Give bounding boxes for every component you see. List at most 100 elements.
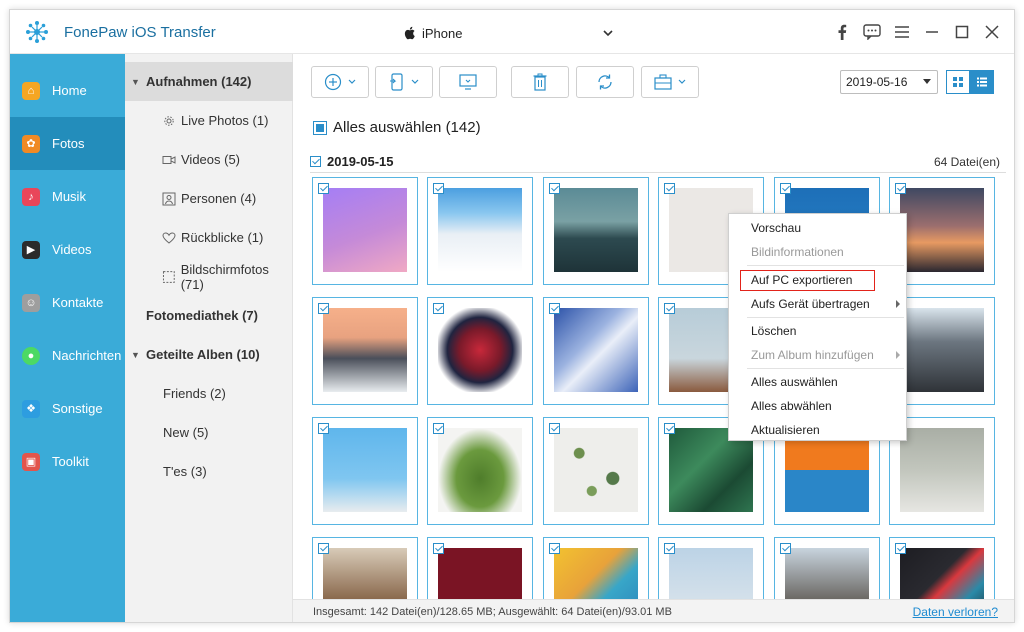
list-view-button[interactable] [970,70,994,94]
album-tes[interactable]: T'es (3) [125,452,293,491]
menu-item-alles-auswaehlen[interactable]: Alles auswählen [729,370,906,394]
album-fotomediathek[interactable]: Fotomediathek (7) [125,296,293,335]
album-label: Videos (5) [181,152,241,167]
photo-checkbox[interactable] [664,303,675,314]
photo-thumbnail[interactable] [427,177,533,285]
chevron-down-icon [678,79,686,84]
menu-item-label: Aktualisieren [751,423,820,437]
messages-icon: ● [22,346,40,365]
photo-image [554,188,638,272]
photo-checkbox[interactable] [664,183,675,194]
photo-checkbox[interactable] [664,543,675,554]
toolbox-button[interactable] [641,66,699,98]
photo-thumbnail[interactable] [543,177,649,285]
data-lost-link[interactable]: Daten verloren? [913,605,998,619]
date-filter-select[interactable]: 2019-05-16 [840,70,938,94]
album-geteilte-alben[interactable]: ▼ Geteilte Alben (10) [125,335,293,374]
nav-item-home[interactable]: ⌂ Home [10,64,125,117]
maximize-icon[interactable] [950,20,974,44]
expand-triangle-icon[interactable]: ▼ [131,350,141,360]
nav-item-videos[interactable]: ▶ Videos [10,223,125,276]
photo-thumbnail[interactable] [543,537,649,599]
photo-checkbox[interactable] [318,303,329,314]
photo-thumbnail[interactable] [427,537,533,599]
date-group-checkbox[interactable] [310,156,321,167]
photo-thumbnail[interactable] [543,297,649,405]
photo-checkbox[interactable] [549,543,560,554]
grid-view-button[interactable] [946,70,970,94]
nav-label: Fotos [52,136,85,151]
status-bar: Insgesamt: 142 Datei(en)/128.65 MB; Ausg… [293,599,1014,622]
nav-label: Toolkit [52,454,89,469]
photo-checkbox[interactable] [895,183,906,194]
album-live-photos[interactable]: Live Photos (1) [125,101,293,140]
photo-thumbnail[interactable] [774,537,880,599]
menu-item-loeschen[interactable]: Löschen [729,319,906,343]
photo-thumbnail[interactable] [889,537,995,599]
menu-item-aktualisieren[interactable]: Aktualisieren [729,418,906,442]
add-button[interactable] [311,66,369,98]
refresh-button[interactable] [576,66,634,98]
photo-checkbox[interactable] [549,183,560,194]
device-selector[interactable]: iPhone [402,22,614,44]
album-rueckblicke[interactable]: Rückblicke (1) [125,218,293,257]
photo-checkbox[interactable] [895,543,906,554]
minimize-icon[interactable] [920,20,944,44]
export-to-pc-button[interactable] [439,66,497,98]
photo-thumbnail[interactable] [543,417,649,525]
submenu-arrow-icon [896,351,900,359]
photo-checkbox[interactable] [318,543,329,554]
photo-checkbox[interactable] [549,423,560,434]
photo-checkbox[interactable] [780,183,791,194]
menu-item-vorschau[interactable]: Vorschau [729,216,906,240]
expand-triangle-icon[interactable]: ▼ [131,77,141,87]
nav-label: Sonstige [52,401,103,416]
select-all-checkbox[interactable]: Alles auswählen (142) [313,119,481,136]
album-aufnahmen[interactable]: ▼ Aufnahmen (142) [125,62,293,101]
photo-thumbnail[interactable] [312,297,418,405]
album-bildschirmfotos[interactable]: Bildschirmfotos (71) [125,257,293,296]
device-name: iPhone [422,25,463,41]
nav-item-sonstige[interactable]: ❖ Sonstige [10,382,125,435]
nav-item-musik[interactable]: ♪ Musik [10,170,125,223]
menu-item-alles-abwaehlen[interactable]: Alles abwählen [729,394,906,418]
screenshot-icon [162,270,175,283]
nav-item-kontakte[interactable]: ☺ Kontakte [10,276,125,329]
photo-checkbox[interactable] [780,543,791,554]
photo-checkbox[interactable] [433,543,444,554]
facebook-icon[interactable] [830,20,854,44]
photo-checkbox[interactable] [433,303,444,314]
photo-checkbox[interactable] [318,183,329,194]
feedback-icon[interactable] [860,20,884,44]
photo-thumbnail[interactable] [427,417,533,525]
photo-image [438,308,522,392]
nav-item-toolkit[interactable]: ▣ Toolkit [10,435,125,488]
photo-thumbnail[interactable] [427,297,533,405]
album-new[interactable]: New (5) [125,413,293,452]
photo-thumbnail[interactable] [312,417,418,525]
photo-thumbnail[interactable] [312,177,418,285]
photo-thumbnail[interactable] [658,537,764,599]
photo-checkbox[interactable] [433,183,444,194]
menu-item-aufs-geraet-uebertragen[interactable]: Aufs Gerät übertragen [729,292,906,316]
menu-item-label: Aufs Gerät übertragen [751,297,870,311]
photo-image [323,188,407,272]
nav-item-fotos[interactable]: ✿ Fotos [10,117,125,170]
nav-item-nachrichten[interactable]: ● Nachrichten [10,329,125,382]
menu-icon[interactable] [890,20,914,44]
video-icon: ▶ [22,240,40,259]
close-icon[interactable] [980,20,1004,44]
album-friends[interactable]: Friends (2) [125,374,293,413]
delete-button[interactable] [511,66,569,98]
main-nav: ⌂ Home ✿ Fotos ♪ Musik ▶ Videos ☺ Kontak… [10,54,125,622]
photo-checkbox[interactable] [433,423,444,434]
photo-checkbox[interactable] [549,303,560,314]
photo-thumbnail[interactable] [312,537,418,599]
photo-checkbox[interactable] [318,423,329,434]
video-camera-icon [162,155,176,164]
live-photo-icon [164,115,174,126]
album-videos[interactable]: Videos (5) [125,140,293,179]
photo-checkbox[interactable] [664,423,675,434]
export-to-device-button[interactable] [375,66,433,98]
album-personen[interactable]: Personen (4) [125,179,293,218]
